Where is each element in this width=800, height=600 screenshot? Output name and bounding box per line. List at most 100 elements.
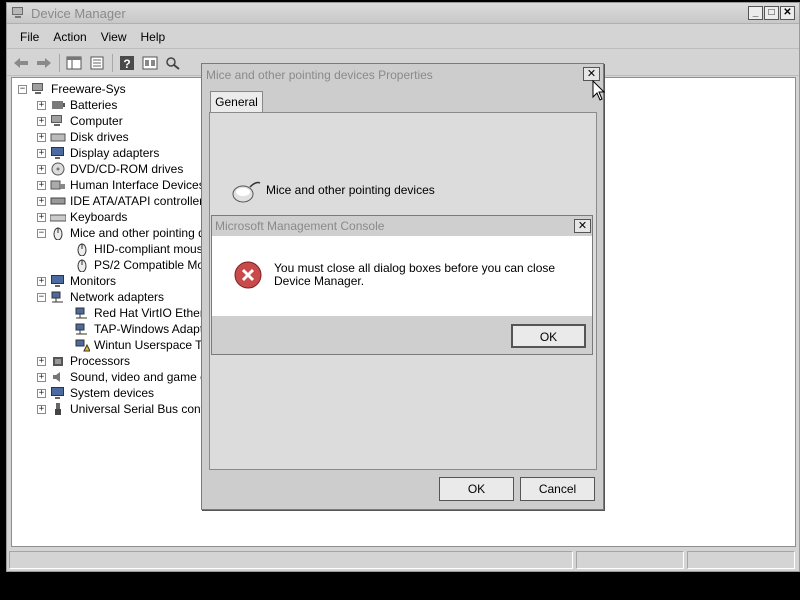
minimize-button[interactable]: _ bbox=[748, 6, 763, 20]
mouse-icon bbox=[77, 259, 87, 272]
expand-icon[interactable]: + bbox=[37, 100, 46, 110]
mmc-message-dialog: Microsoft Management Console ✕ You must … bbox=[211, 215, 593, 355]
tree-category-item[interactable]: − Mice and other pointing dev bbox=[37, 225, 217, 241]
help-icon[interactable]: ? bbox=[117, 53, 137, 73]
tree-child-item[interactable]: HID-compliant mouse bbox=[74, 241, 209, 257]
tree-item-label: IDE ATA/ATAPI controllers bbox=[70, 194, 210, 208]
tree-item-label: Monitors bbox=[70, 274, 117, 288]
mmc-dialog-title: Microsoft Management Console bbox=[215, 219, 385, 233]
mmc-ok-button[interactable]: OK bbox=[511, 324, 586, 348]
properties-close-button[interactable]: ✕ bbox=[583, 67, 600, 81]
title-bar[interactable]: Device Manager _ □ ✕ bbox=[7, 3, 799, 24]
properties-ok-button[interactable]: OK bbox=[439, 477, 514, 501]
dvd-icon bbox=[51, 162, 65, 176]
collapse-icon[interactable]: − bbox=[37, 228, 46, 238]
tree-item-label: System devices bbox=[70, 386, 155, 400]
network-icon bbox=[75, 323, 87, 335]
computer-icon bbox=[32, 83, 43, 94]
mouse-icon bbox=[232, 181, 261, 203]
show-hide-tree-icon[interactable] bbox=[64, 53, 84, 73]
expand-icon[interactable]: + bbox=[37, 404, 46, 414]
sound-icon bbox=[53, 372, 60, 382]
scan-hardware-icon[interactable] bbox=[163, 53, 183, 73]
properties-cancel-button[interactable]: Cancel bbox=[520, 477, 595, 501]
back-arrow-icon[interactable] bbox=[11, 53, 31, 73]
tree-child-item[interactable]: PS/2 Compatible Mous bbox=[74, 257, 217, 273]
tree-category-item[interactable]: + System devices bbox=[37, 385, 154, 401]
menu-file[interactable]: File bbox=[13, 30, 46, 44]
status-bar bbox=[9, 551, 797, 569]
toolbar-separator bbox=[59, 53, 60, 72]
expand-icon[interactable]: + bbox=[37, 180, 46, 190]
properties-dialog-title: Mice and other pointing devices Properti… bbox=[206, 68, 433, 82]
expand-icon[interactable]: + bbox=[37, 372, 46, 382]
tree-root-item[interactable]: − Freeware-Sys bbox=[18, 81, 126, 97]
tree-item-label: Red Hat VirtIO Etherne bbox=[94, 306, 218, 320]
network-warning-icon bbox=[75, 339, 90, 352]
processor-icon bbox=[53, 357, 63, 366]
tree-category-item[interactable]: + DVD/CD-ROM drives bbox=[37, 161, 183, 177]
properties-icon[interactable] bbox=[87, 53, 107, 73]
tree-item-label: HID-compliant mouse bbox=[94, 242, 210, 256]
menu-view[interactable]: View bbox=[94, 30, 134, 44]
tree-category-item[interactable]: + Universal Serial Bus contro bbox=[37, 401, 215, 417]
tree-child-item[interactable]: Wintun Userspace Tur bbox=[74, 337, 213, 353]
tree-category-item[interactable]: + Processors bbox=[37, 353, 130, 369]
tree-item-label: Sound, video and game co bbox=[70, 370, 213, 384]
window-title: Device Manager bbox=[31, 6, 126, 21]
tree-category-item[interactable]: + IDE ATA/ATAPI controllers bbox=[37, 193, 209, 209]
disk-icon bbox=[50, 133, 66, 142]
device-manager-icon bbox=[12, 7, 23, 18]
close-window-button[interactable]: ✕ bbox=[780, 6, 795, 20]
tree-child-item[interactable]: TAP-Windows Adapter bbox=[74, 321, 214, 337]
tree-item-label: DVD/CD-ROM drives bbox=[70, 162, 184, 176]
mouse-cursor-icon bbox=[592, 80, 606, 101]
mouse-icon bbox=[53, 227, 63, 240]
battery-icon bbox=[52, 101, 65, 109]
monitor-icon bbox=[51, 147, 64, 159]
expand-icon[interactable]: + bbox=[37, 164, 46, 174]
expand-icon[interactable]: + bbox=[37, 212, 46, 222]
collapse-icon[interactable]: − bbox=[37, 292, 46, 302]
expand-icon[interactable]: + bbox=[37, 276, 46, 286]
tree-item-label: Network adapters bbox=[70, 290, 165, 304]
tree-category-item[interactable]: + Disk drives bbox=[37, 129, 129, 145]
usb-icon bbox=[55, 403, 61, 415]
error-icon bbox=[234, 261, 262, 289]
collapse-icon[interactable]: − bbox=[18, 84, 27, 94]
expand-icon[interactable]: + bbox=[37, 132, 46, 142]
tree-category-item[interactable]: + Sound, video and game co bbox=[37, 369, 213, 385]
mmc-close-button[interactable]: ✕ bbox=[574, 219, 591, 233]
ide-icon bbox=[50, 197, 66, 205]
tree-category-item[interactable]: + Computer bbox=[37, 113, 123, 129]
expand-icon[interactable]: + bbox=[37, 116, 46, 126]
menu-help[interactable]: Help bbox=[134, 30, 173, 44]
tree-category-item[interactable]: − Network adapters bbox=[37, 289, 164, 305]
tree-category-item[interactable]: + Batteries bbox=[37, 97, 117, 113]
status-cell bbox=[9, 551, 573, 569]
view-icon[interactable] bbox=[140, 53, 160, 73]
forward-arrow-icon[interactable] bbox=[34, 53, 54, 73]
tree-category-item[interactable]: + Display adapters bbox=[37, 145, 159, 161]
keyboard-icon bbox=[50, 214, 66, 222]
tree-item-label: Processors bbox=[70, 354, 131, 368]
expand-icon[interactable]: + bbox=[37, 388, 46, 398]
mmc-message-text: You must close all dialog boxes before y… bbox=[274, 261, 556, 288]
expand-icon[interactable]: + bbox=[37, 196, 46, 206]
menu-action[interactable]: Action bbox=[46, 30, 93, 44]
tab-general[interactable]: General bbox=[210, 91, 263, 113]
network-icon bbox=[51, 291, 63, 303]
tree-category-item[interactable]: + Keyboards bbox=[37, 209, 127, 225]
tree-item-label: Freeware-Sys bbox=[51, 82, 126, 96]
expand-icon[interactable]: + bbox=[37, 148, 46, 158]
status-cell bbox=[576, 551, 684, 569]
mouse-icon bbox=[77, 243, 87, 256]
maximize-button[interactable]: □ bbox=[764, 6, 779, 20]
mmc-message-area: You must close all dialog boxes before y… bbox=[212, 236, 592, 316]
tree-child-item[interactable]: Red Hat VirtIO Etherne bbox=[74, 305, 217, 321]
expand-icon[interactable]: + bbox=[37, 356, 46, 366]
tree-item-label: Universal Serial Bus contro bbox=[70, 402, 215, 416]
tree-category-item[interactable]: + Human Interface Devices bbox=[37, 177, 205, 193]
tree-category-item[interactable]: + Monitors bbox=[37, 273, 116, 289]
device-category-heading: Mice and other pointing devices bbox=[266, 183, 435, 197]
